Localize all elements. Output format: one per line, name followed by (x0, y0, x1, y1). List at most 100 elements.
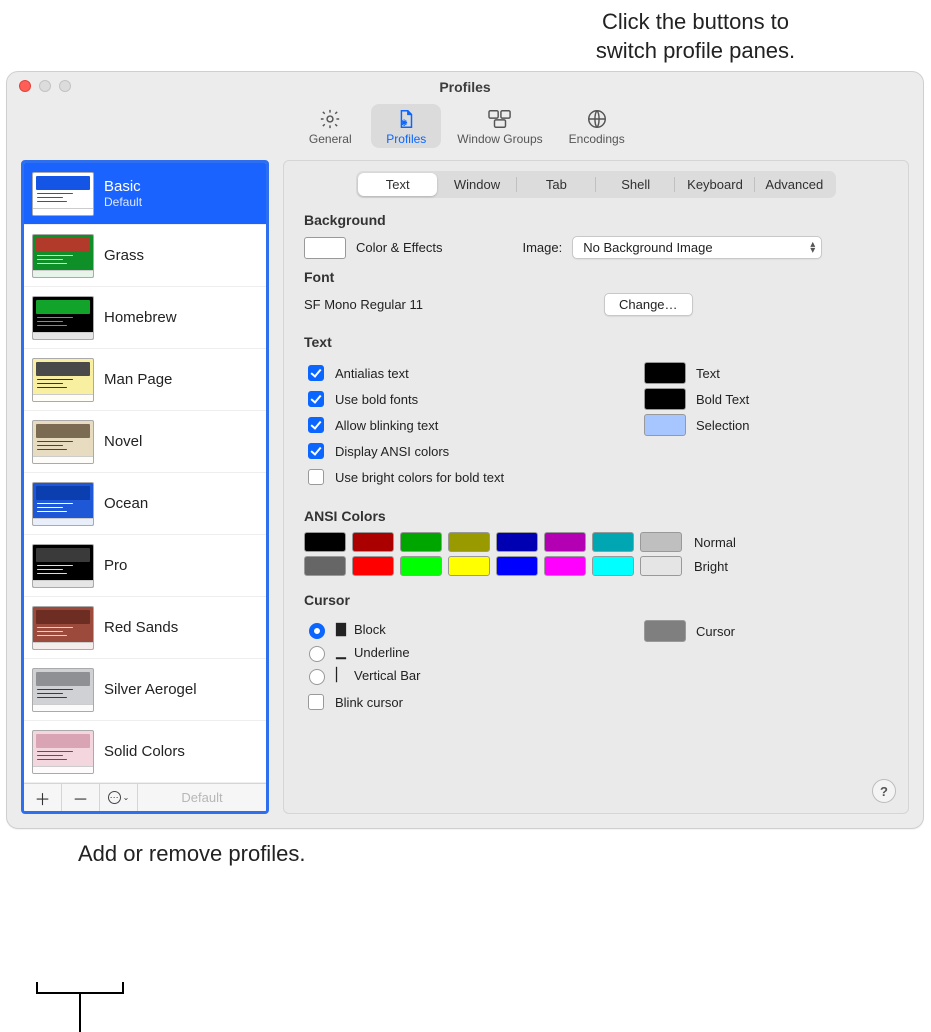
minimize-icon[interactable] (39, 80, 51, 92)
sidebar-footer: ＋ － ⋯ ⌄ Default (24, 783, 266, 811)
ansi-color-well[interactable] (352, 556, 394, 576)
profile-name: Grass (104, 247, 144, 264)
tab-profiles[interactable]: Profiles (371, 104, 441, 148)
cursor-color-well[interactable] (644, 620, 686, 642)
profile-sub: Default (104, 195, 142, 209)
profile-name: Pro (104, 557, 127, 574)
toolbar: General Profiles Window Groups Encodings (7, 102, 923, 160)
ansi-bright-row: Bright (304, 556, 888, 576)
ansi-color-well[interactable] (448, 532, 490, 552)
profile-name: Basic (104, 178, 142, 195)
background-color-label: Color & Effects (356, 240, 442, 255)
profile-row[interactable]: Solid Colors (24, 721, 266, 783)
document-gear-icon (393, 108, 419, 130)
profile-row[interactable]: Red Sands (24, 597, 266, 659)
tab-advanced[interactable]: Advanced (755, 173, 834, 196)
toolbar-label: General (309, 132, 352, 146)
cursor-block-radio[interactable]: ▇ Block (304, 620, 594, 639)
default-button[interactable]: Default (138, 784, 266, 811)
tab-shell[interactable]: Shell (596, 173, 675, 196)
close-icon[interactable] (19, 80, 31, 92)
section-font: Font (304, 269, 888, 285)
antialias-checkbox[interactable]: Antialias text (304, 362, 594, 384)
profile-sidebar: BasicDefaultGrassHomebrewMan PageNovelOc… (21, 160, 269, 814)
profile-row[interactable]: Novel (24, 411, 266, 473)
profile-row[interactable]: Pro (24, 535, 266, 597)
profile-thumb (32, 482, 94, 526)
profile-row[interactable]: BasicDefault (24, 163, 266, 225)
ansi-row-label: Bright (694, 559, 728, 574)
window-controls (19, 80, 71, 92)
profile-row[interactable]: Man Page (24, 349, 266, 411)
profile-row[interactable]: Homebrew (24, 287, 266, 349)
toolbar-label: Encodings (569, 132, 625, 146)
ansi-color-well[interactable] (400, 532, 442, 552)
ansi-color-well[interactable] (640, 532, 682, 552)
cursor-underline-radio[interactable]: ▁ Underline (304, 643, 594, 662)
ansi-color-well[interactable] (304, 556, 346, 576)
window-groups-icon (487, 108, 513, 130)
profile-name: Homebrew (104, 309, 177, 326)
gear-icon (317, 108, 343, 130)
ansi-normal-row: Normal (304, 532, 888, 552)
add-profile-button[interactable]: ＋ (24, 784, 62, 811)
ansi-colors-checkbox[interactable]: Display ANSI colors (304, 440, 594, 462)
selection-color-well[interactable] (644, 414, 686, 436)
callout-top: Click the buttons to switch profile pane… (0, 0, 931, 71)
ansi-color-well[interactable] (400, 556, 442, 576)
ansi-color-well[interactable] (544, 532, 586, 552)
ansi-color-well[interactable] (304, 532, 346, 552)
tab-window[interactable]: Window (437, 173, 516, 196)
plus-icon: ＋ (34, 786, 50, 810)
chevron-down-icon: ⌄ (123, 793, 130, 802)
toolbar-label: Window Groups (457, 132, 542, 146)
profile-content: Text Window Tab Shell Keyboard Advanced … (283, 160, 909, 814)
ansi-color-well[interactable] (352, 532, 394, 552)
profile-name: Ocean (104, 495, 148, 512)
bold-fonts-checkbox[interactable]: Use bold fonts (304, 388, 594, 410)
profile-row[interactable]: Ocean (24, 473, 266, 535)
background-image-dropdown[interactable]: No Background Image ▴▾ (572, 236, 822, 259)
profile-list[interactable]: BasicDefault Grass Homebrew Man Page Novel Oc… (24, 163, 266, 783)
tab-encodings[interactable]: Encodings (559, 104, 635, 148)
tab-tab[interactable]: Tab (517, 173, 596, 196)
profile-name: Red Sands (104, 619, 178, 636)
vbar-cursor-icon: ▏ (336, 668, 346, 683)
ansi-color-well[interactable] (496, 556, 538, 576)
profile-name: Novel (104, 433, 142, 450)
ansi-color-well[interactable] (592, 532, 634, 552)
help-button[interactable]: ? (872, 779, 896, 803)
profile-thumb (32, 296, 94, 340)
bright-bold-checkbox[interactable]: Use bright colors for bold text (304, 466, 594, 488)
tab-window-groups[interactable]: Window Groups (447, 104, 552, 148)
profile-row[interactable]: Grass (24, 225, 266, 287)
cursor-vbar-radio[interactable]: ▏ Vertical Bar (304, 666, 594, 685)
section-ansi: ANSI Colors (304, 508, 888, 524)
tab-text[interactable]: Text (358, 173, 437, 196)
zoom-icon[interactable] (59, 80, 71, 92)
ansi-color-well[interactable] (496, 532, 538, 552)
remove-profile-button[interactable]: － (62, 784, 100, 811)
preferences-window: Profiles General Profiles Window Groups … (6, 71, 924, 829)
profile-actions-button[interactable]: ⋯ ⌄ (100, 784, 138, 811)
ansi-color-well[interactable] (592, 556, 634, 576)
font-value: SF Mono Regular 11 (304, 297, 594, 312)
profile-name: Solid Colors (104, 743, 185, 760)
background-color-well[interactable] (304, 237, 346, 259)
tab-keyboard[interactable]: Keyboard (675, 173, 754, 196)
ansi-color-well[interactable] (448, 556, 490, 576)
ansi-color-well[interactable] (640, 556, 682, 576)
profile-thumb (32, 358, 94, 402)
minus-icon: － (72, 786, 88, 810)
profile-tabs: Text Window Tab Shell Keyboard Advanced (356, 171, 836, 198)
dropdown-value: No Background Image (583, 240, 712, 255)
tab-general[interactable]: General (295, 104, 365, 148)
blinking-text-checkbox[interactable]: Allow blinking text (304, 414, 594, 436)
blink-cursor-checkbox[interactable]: Blink cursor (304, 691, 594, 713)
callout-leader (79, 994, 81, 1032)
profile-row[interactable]: Silver Aerogel (24, 659, 266, 721)
bold-text-color-well[interactable] (644, 388, 686, 410)
text-color-well[interactable] (644, 362, 686, 384)
ansi-color-well[interactable] (544, 556, 586, 576)
change-font-button[interactable]: Change… (604, 293, 693, 316)
